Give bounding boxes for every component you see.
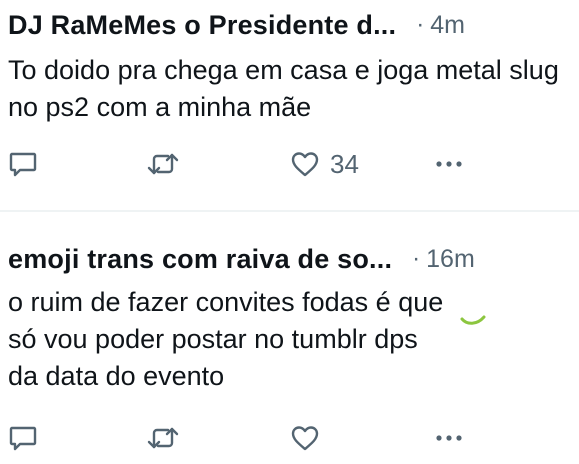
- timestamp[interactable]: 4m: [430, 11, 465, 40]
- retweet-button[interactable]: [146, 146, 180, 182]
- action-bar: 34: [0, 146, 579, 182]
- retweet-icon: [147, 153, 179, 175]
- like-button[interactable]: [290, 420, 330, 456]
- like-count: 34: [330, 148, 359, 179]
- tweet-text-line: o ruim de fazer convites fodas é que: [8, 287, 444, 317]
- reply-icon: [9, 152, 37, 177]
- reply-button[interactable]: [8, 420, 38, 456]
- retweet-icon: [147, 427, 179, 449]
- tweet-text: To doido pra chega em casa e joga metal …: [8, 55, 559, 122]
- author-name[interactable]: DJ RaMeMes o Presidente d...: [8, 10, 396, 41]
- tweet-text: o ruim de fazer convites fodas é que só …: [8, 284, 559, 395]
- tweet-header: DJ RaMeMes o Presidente d... · 4m: [8, 8, 569, 42]
- tweet[interactable]: DJ RaMeMes o Presidente d... · 4m To doi…: [0, 0, 579, 210]
- more-icon: [436, 161, 462, 167]
- retweet-button[interactable]: [146, 420, 180, 456]
- reply-icon: [9, 426, 37, 451]
- author-name[interactable]: emoji trans com raiva de so...: [8, 244, 392, 275]
- tweet-text-line: da data do evento: [8, 361, 225, 391]
- heart-icon: [291, 426, 319, 451]
- tweet-header: emoji trans com raiva de so... · 16m: [8, 242, 569, 276]
- heart-icon: [291, 152, 319, 177]
- timestamp[interactable]: 16m: [426, 245, 475, 274]
- separator: ·: [416, 11, 425, 38]
- more-icon: [436, 435, 462, 441]
- more-button[interactable]: [432, 146, 466, 182]
- reply-button[interactable]: [8, 146, 38, 182]
- more-button[interactable]: [432, 420, 466, 456]
- tweet[interactable]: emoji trans com raiva de so... · 16m o r…: [0, 212, 579, 464]
- handwritten-underline: [460, 315, 486, 325]
- like-button[interactable]: 34: [290, 146, 359, 182]
- separator: ·: [412, 245, 421, 272]
- action-bar: [0, 420, 579, 456]
